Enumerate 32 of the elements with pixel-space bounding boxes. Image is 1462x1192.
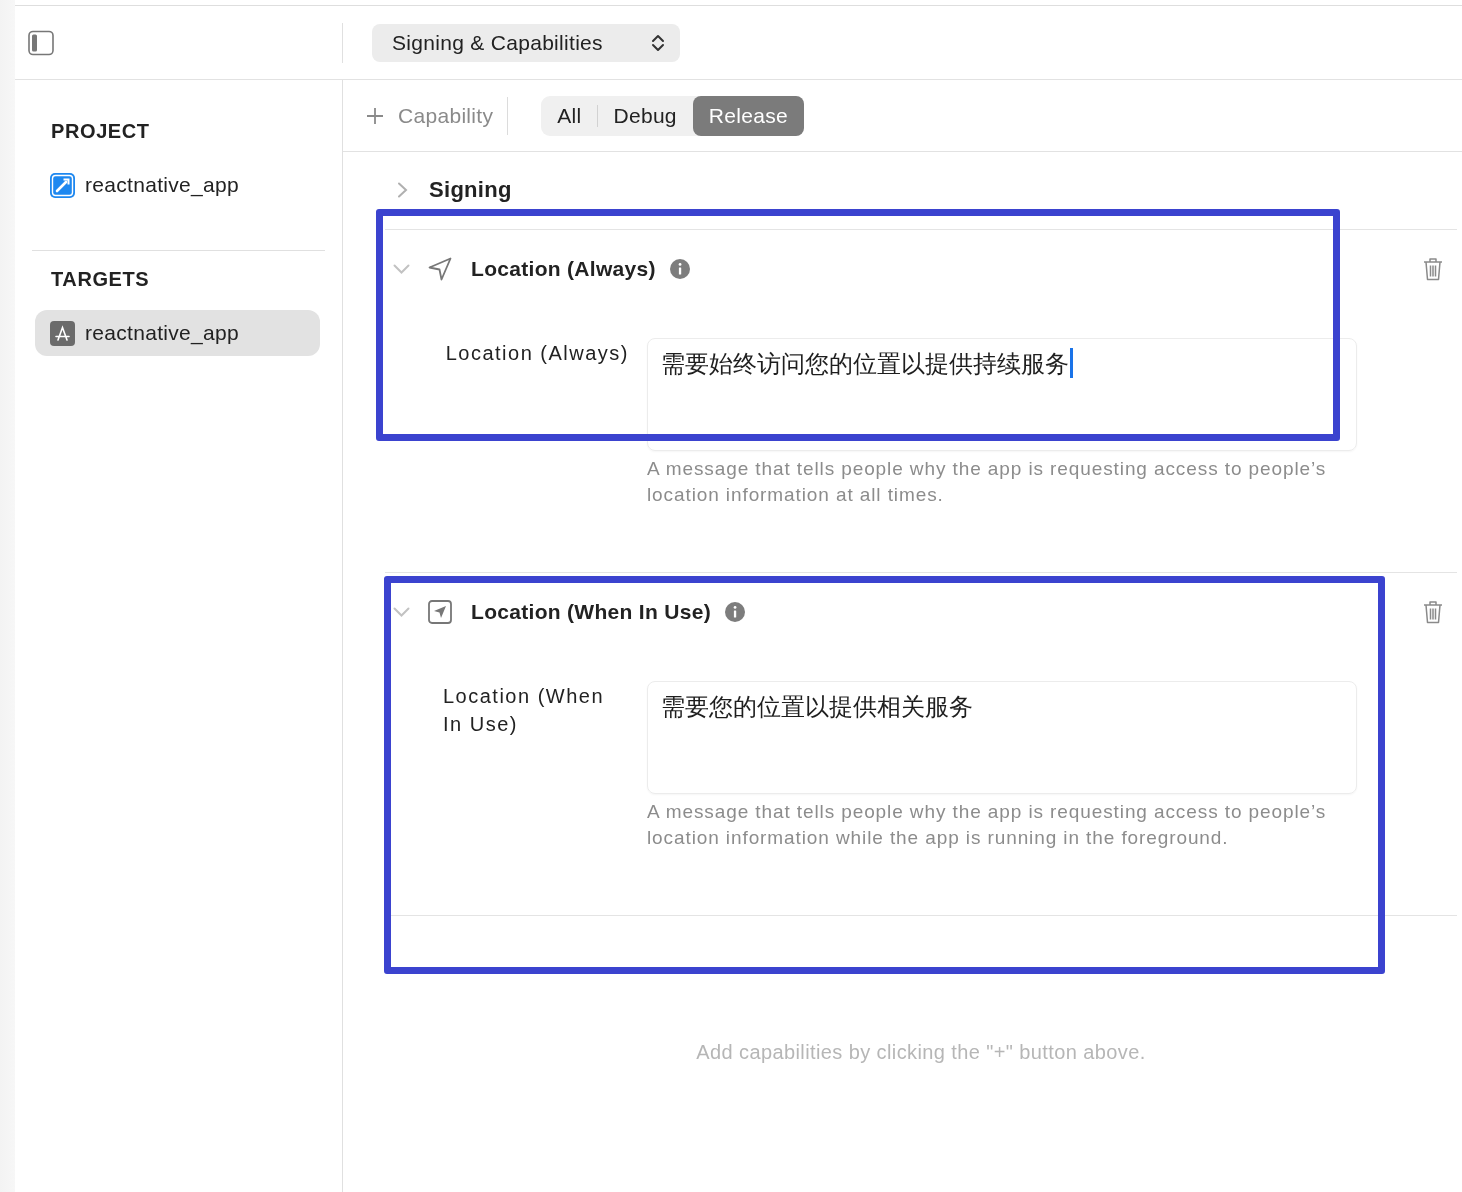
field-description: A message that tells people why the app is requesting access to people’s location information at all times. bbox=[647, 457, 1328, 507]
tool-tile-icon bbox=[50, 172, 75, 198]
trash-icon[interactable] bbox=[1423, 600, 1443, 624]
field-label: Location (Always) bbox=[445, 341, 629, 366]
sidebar-toggle-icon[interactable] bbox=[28, 29, 54, 56]
configuration-tab[interactable]: Debug bbox=[597, 95, 693, 136]
up-down-chevron-icon bbox=[651, 32, 665, 53]
capability-title: Location (When In Use) bbox=[471, 600, 711, 624]
chevron-right-icon[interactable] bbox=[397, 182, 408, 198]
configuration-tab[interactable]: Release bbox=[692, 95, 804, 136]
sidebar-item[interactable]: reactnative_app bbox=[35, 162, 320, 208]
field-description: A message that tells people why the app is requesting access to people’s location information while the app is running in the foreground. bbox=[647, 800, 1328, 850]
editor-picker[interactable]: Signing & Capabilities bbox=[372, 23, 680, 62]
location-arrow-icon bbox=[428, 257, 452, 281]
info-icon[interactable] bbox=[724, 602, 745, 622]
text-field[interactable]: 需要您的位置以提供相关服务 bbox=[647, 681, 1357, 794]
plus-icon bbox=[366, 106, 384, 125]
sidebar-item[interactable]: reactnative_app bbox=[35, 310, 320, 356]
empty-hint: Add capabilities by clicking the "+" button above. bbox=[695, 1041, 1147, 1064]
sidebar-heading: PROJECT bbox=[50, 119, 151, 143]
field-label: Location (When In Use) bbox=[443, 684, 606, 737]
chevron-down-icon[interactable] bbox=[393, 607, 410, 617]
sidebar-heading: TARGETS bbox=[50, 267, 151, 291]
configuration-tab[interactable]: All bbox=[541, 95, 598, 136]
trash-icon[interactable] bbox=[1423, 257, 1443, 281]
section-title: Signing bbox=[429, 177, 512, 203]
app-tile-icon bbox=[50, 320, 75, 346]
chevron-down-icon[interactable] bbox=[393, 264, 410, 274]
text-field[interactable]: 需要始终访问您的位置以提供持续服务 bbox=[647, 338, 1357, 451]
text-cursor-icon bbox=[1070, 348, 1073, 378]
info-icon[interactable] bbox=[669, 259, 690, 279]
capability-title: Location (Always) bbox=[471, 257, 656, 281]
